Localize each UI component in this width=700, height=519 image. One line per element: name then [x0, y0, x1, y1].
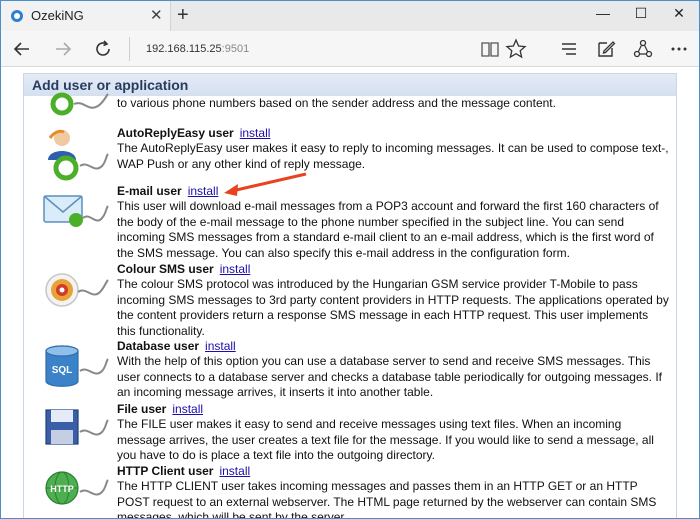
url-host: 192.168.115.25: [146, 43, 222, 55]
minimize-button[interactable]: —: [588, 5, 618, 21]
install-link[interactable]: install: [219, 464, 250, 478]
item-text: Colour SMS user install The colour SMS pr…: [117, 262, 670, 339]
item-description: The AutoReplyEasy user makes it easy to …: [117, 141, 669, 171]
install-link[interactable]: install: [188, 184, 219, 198]
http-client-user-icon: HTTP: [45, 471, 109, 505]
back-icon[interactable]: [9, 36, 35, 62]
hub-menu-icon[interactable]: [556, 36, 582, 62]
install-link[interactable]: install: [172, 402, 203, 416]
more-icon[interactable]: [666, 36, 692, 62]
tab-title: OzekiNG: [31, 8, 84, 23]
item-text: AutoReplyEasy user install The AutoReplyE…: [117, 126, 670, 172]
install-link[interactable]: install: [240, 126, 271, 140]
colour-sms-user-icon: [45, 273, 109, 307]
browser-window: OzekiNG ✕ + — ☐ ✕ 192.168.115.25:9501 Ad…: [0, 0, 700, 519]
item-name: E-mail user: [117, 184, 182, 198]
autoreply-user-icon: [50, 92, 109, 116]
ozeki-favicon-icon: [11, 10, 23, 22]
item-description: The colour SMS protocol was introduced b…: [117, 277, 669, 338]
close-window-button[interactable]: ✕: [664, 5, 694, 22]
forward-icon[interactable]: [50, 36, 76, 62]
item-description: With the help of this option you can use…: [117, 354, 662, 400]
database-user-icon: SQL: [45, 345, 109, 387]
share-icon[interactable]: [630, 36, 656, 62]
install-link[interactable]: install: [220, 262, 251, 276]
favorite-star-icon[interactable]: [503, 36, 529, 62]
item-description: The FILE user makes it easy to send and …: [117, 417, 654, 463]
address-bar: 192.168.115.25:9501: [1, 31, 699, 67]
item-name: File user: [117, 402, 167, 416]
item-text: HTTP Client user install The HTTP CLIENT …: [117, 464, 670, 519]
item-text: Database user install With the help of th…: [117, 339, 670, 401]
item-description: The HTTP CLIENT user takes incoming mess…: [117, 479, 657, 519]
refresh-icon[interactable]: [90, 36, 116, 62]
item-text: File user install The FILE user makes it …: [117, 402, 670, 464]
reading-view-icon[interactable]: [477, 36, 503, 62]
item-text: E-mail user install This user will downlo…: [117, 184, 670, 261]
maximize-button[interactable]: ☐: [626, 5, 656, 22]
new-tab-button[interactable]: +: [177, 4, 189, 27]
email-user-icon: [43, 195, 109, 227]
item-name: Colour SMS user: [117, 262, 214, 276]
browser-tab[interactable]: OzekiNG ✕: [1, 1, 171, 31]
item-description: to various phone numbers based on the se…: [117, 96, 556, 110]
item-name: AutoReplyEasy user: [117, 126, 234, 140]
page-content: Add user or application to various phone…: [23, 73, 677, 519]
install-link[interactable]: install: [205, 339, 236, 353]
tab-close-icon[interactable]: ✕: [150, 6, 163, 24]
url-field[interactable]: 192.168.115.25:9501: [129, 37, 469, 61]
http-label: HTTP: [50, 484, 74, 494]
file-user-icon: [45, 409, 109, 445]
panel-header: Add user or application: [24, 74, 676, 96]
web-note-icon[interactable]: [593, 36, 619, 62]
sql-label: SQL: [52, 365, 73, 376]
item-name: HTTP Client user: [117, 464, 214, 478]
item-description: This user will download e-mail messages …: [117, 199, 659, 260]
item-name: Database user: [117, 339, 200, 353]
tab-bar: OzekiNG ✕ + — ☐ ✕: [1, 1, 699, 31]
url-port: :9501: [221, 43, 250, 55]
autoreply-easy-user-icon: [48, 129, 109, 181]
